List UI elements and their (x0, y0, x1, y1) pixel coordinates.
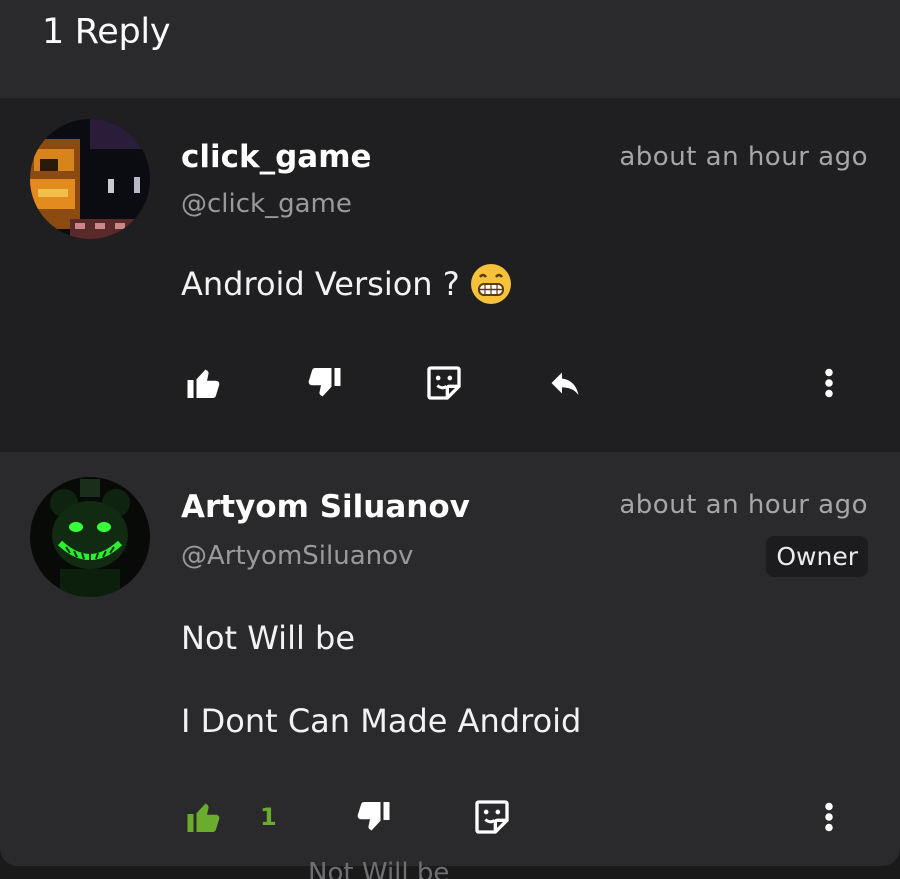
dislike-button[interactable] (306, 358, 342, 408)
underlying-comment-text: Not Will be (308, 858, 450, 879)
thumbs-down-icon (355, 799, 391, 835)
reply-comment: Artyom Siluanov @ArtyomSiluanov about an… (0, 452, 900, 866)
comment-text-line-2: I Dont Can Made Android (181, 702, 582, 740)
sticker-button[interactable] (424, 358, 464, 408)
comment-actions: 1 (0, 792, 900, 842)
more-vertical-icon (818, 799, 840, 835)
like-count: 1 (260, 803, 277, 831)
comment-text-line-1: Not Will be (181, 619, 356, 657)
comment-handle[interactable]: @click_game (181, 189, 352, 219)
comment-author[interactable]: Artyom Siluanov (181, 489, 470, 525)
like-button[interactable]: 1 (186, 792, 277, 842)
more-options-button[interactable] (818, 358, 840, 408)
more-options-button[interactable] (818, 792, 840, 842)
like-button[interactable] (186, 358, 222, 408)
comment-timestamp: about an hour ago (619, 490, 868, 520)
dislike-button[interactable] (355, 792, 391, 842)
owner-badge: Owner (766, 536, 868, 577)
sticker-icon (472, 797, 512, 837)
replies-count-title: 1 Reply (42, 12, 171, 52)
comment-handle[interactable]: @ArtyomSiluanov (181, 541, 413, 571)
more-vertical-icon (818, 365, 840, 401)
comment-actions (0, 358, 900, 408)
comment-timestamp: about an hour ago (619, 142, 868, 172)
avatar[interactable] (30, 477, 150, 597)
comment-author[interactable]: click_game (181, 139, 372, 175)
grinning-face-emoji-icon (470, 263, 512, 305)
replies-panel: 1 Reply click_game @click_game about an … (0, 0, 900, 866)
comment-body: Android Version ? (181, 263, 512, 305)
sticker-button[interactable] (472, 792, 512, 842)
parent-comment: click_game @click_game about an hour ago… (0, 98, 900, 452)
sticker-icon (424, 363, 464, 403)
avatar[interactable] (30, 119, 150, 239)
replies-header: 1 Reply (0, 0, 900, 98)
reply-arrow-icon (545, 365, 585, 401)
thumbs-up-icon (186, 365, 222, 401)
reply-button[interactable] (545, 358, 585, 408)
thumbs-down-icon (306, 365, 342, 401)
thumbs-up-icon (186, 799, 222, 835)
comment-text: Android Version ? (181, 265, 460, 303)
